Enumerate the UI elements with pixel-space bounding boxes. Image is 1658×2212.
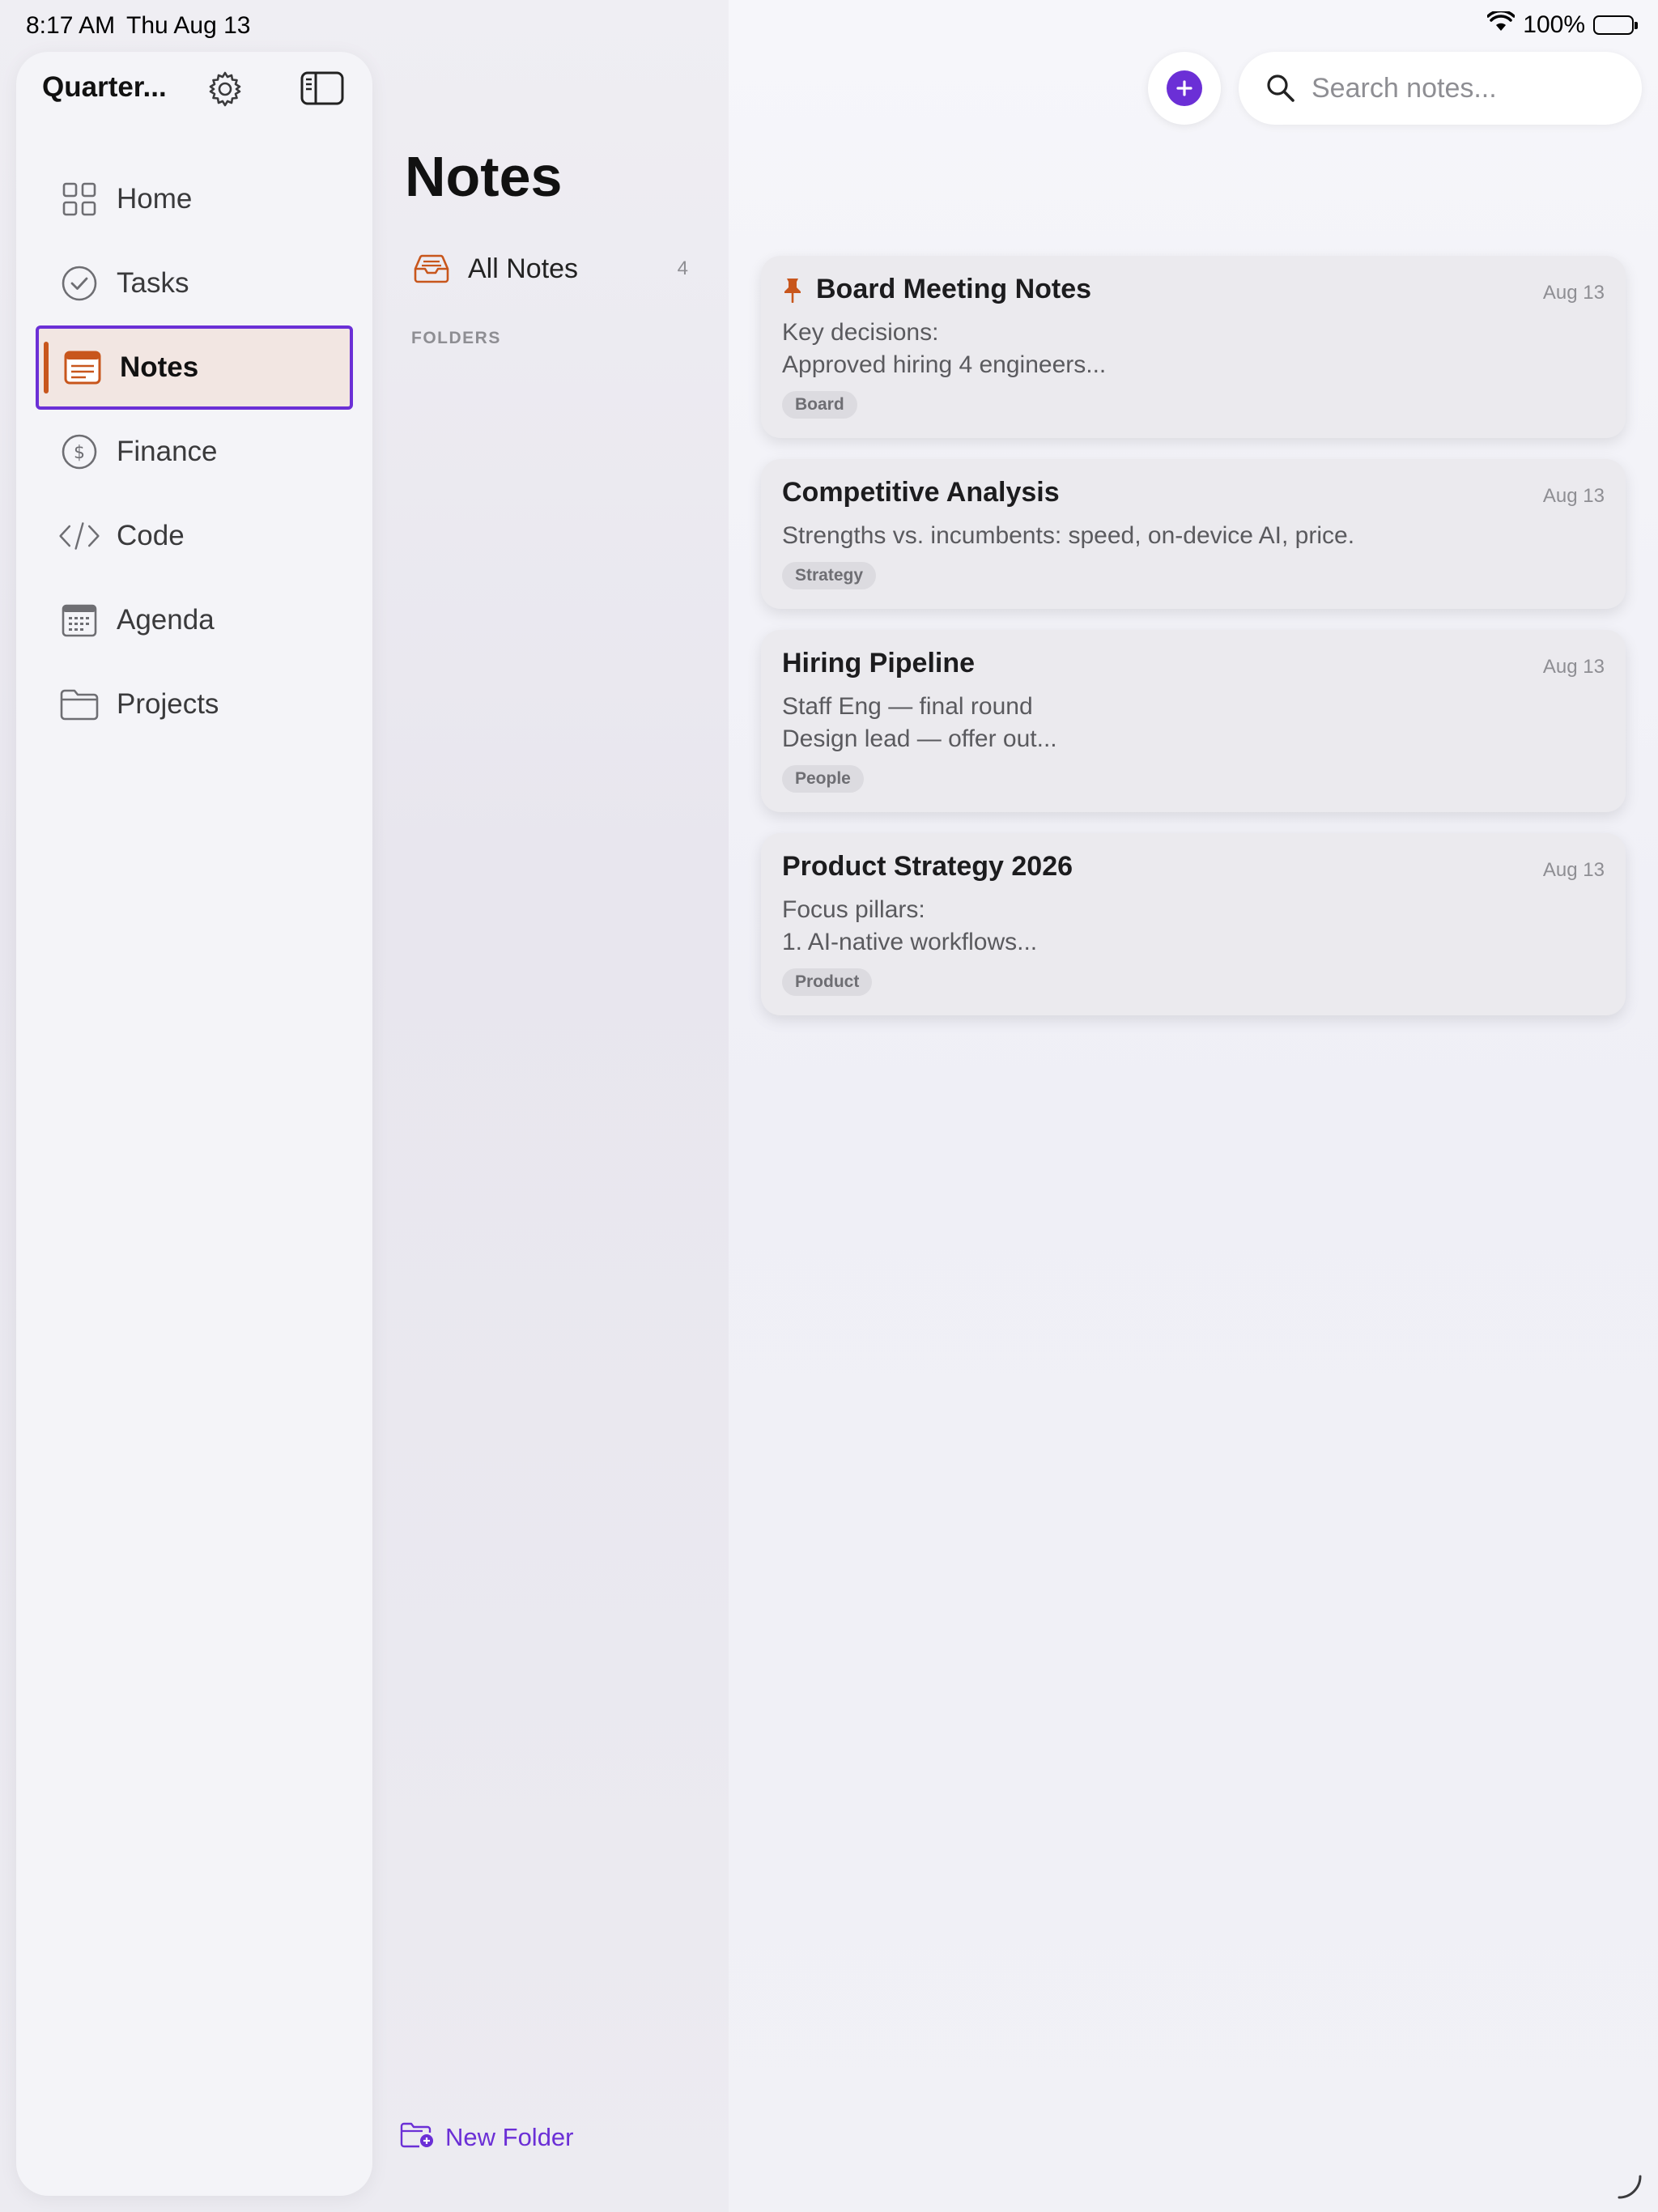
checkmark-circle-icon (58, 262, 100, 304)
note-card-board-meeting[interactable]: Board Meeting Notes Aug 13 Key decisions… (761, 256, 1626, 438)
note-preview-line: Staff Eng — final round (782, 693, 1033, 720)
note-tag: Product (782, 968, 873, 996)
add-note-button[interactable] (1148, 52, 1221, 125)
dollar-circle-icon: $ (58, 431, 100, 473)
note-preview: Strengths vs. incumbents: speed, on-devi… (782, 520, 1605, 552)
note-title: Board Meeting Notes (816, 274, 1092, 304)
resize-handle-icon[interactable] (1616, 2173, 1643, 2201)
sidebar-nav: Home Tasks Notes $ Finance Code Agenda P… (36, 157, 353, 747)
sidebar-item-agenda[interactable]: Agenda (36, 578, 353, 662)
note-date: Aug 13 (1542, 859, 1605, 881)
note-card-competitive-analysis[interactable]: Competitive Analysis Aug 13 Strengths vs… (761, 459, 1626, 609)
svg-text:$: $ (74, 443, 85, 463)
plus-icon (1167, 70, 1202, 106)
sidebar-item-label: Finance (117, 436, 218, 467)
note-preview: Focus pillars: 1. AI-native workflows... (782, 894, 1605, 959)
note-title-row: Competitive Analysis (782, 477, 1605, 508)
note-date: Aug 13 (1542, 656, 1605, 678)
sidebar-item-label: Projects (117, 688, 219, 720)
note-preview: Staff Eng — final round Design lead — of… (782, 691, 1605, 755)
workspace-title[interactable]: Quarter... (42, 71, 167, 104)
sidebar-item-code[interactable]: Code (36, 494, 353, 578)
note-preview-line: Design lead — offer out... (782, 725, 1057, 752)
sidebar-toggle-icon[interactable] (300, 70, 345, 107)
note-title-row: Board Meeting Notes (782, 274, 1605, 305)
note-preview-line: Approved hiring 4 engineers... (782, 351, 1107, 378)
sidebar-item-label: Tasks (117, 267, 189, 299)
battery-percent: 100% (1523, 11, 1585, 38)
battery-icon (1593, 15, 1638, 35)
note-tag: Strategy (782, 562, 877, 589)
all-notes-label: All Notes (468, 253, 579, 284)
note-tag: People (782, 765, 864, 793)
note-icon (62, 347, 104, 389)
note-preview-line: 1. AI-native workflows... (782, 929, 1038, 955)
note-title-row: Hiring Pipeline (782, 648, 1605, 679)
code-icon (58, 515, 100, 557)
search-bar[interactable] (1239, 52, 1642, 125)
tray-icon (413, 253, 450, 285)
note-title: Hiring Pipeline (782, 648, 976, 678)
sidebar-item-tasks[interactable]: Tasks (36, 241, 353, 325)
sidebar-item-projects[interactable]: Projects (36, 662, 353, 747)
sidebar-item-notes[interactable]: Notes (36, 325, 353, 410)
page-title: Notes (405, 145, 563, 208)
folder-icon (58, 683, 100, 725)
sidebar-item-label: Notes (120, 351, 199, 383)
note-date: Aug 13 (1542, 485, 1605, 507)
note-preview: Key decisions: Approved hiring 4 enginee… (782, 317, 1605, 381)
note-preview-line: Strengths vs. incumbents: speed, on-devi… (782, 522, 1355, 549)
all-notes-count: 4 (677, 257, 688, 279)
folders-header: FOLDERS (411, 329, 501, 347)
folder-plus-icon (400, 2121, 434, 2153)
calendar-icon (58, 599, 100, 641)
gear-icon[interactable] (204, 68, 246, 110)
new-folder-button[interactable]: New Folder (400, 2121, 574, 2153)
all-notes-item[interactable]: All Notes 4 (405, 243, 704, 295)
note-preview-line: Focus pillars: (782, 896, 925, 923)
sidebar-item-label: Agenda (117, 604, 215, 636)
note-preview-line: Key decisions: (782, 319, 939, 346)
sidebar-item-label: Code (117, 520, 185, 551)
sidebar-item-home[interactable]: Home (36, 157, 353, 241)
sidebar: Quarter... Home Tasks Notes $ Finance Co… (16, 52, 372, 2196)
status-time: 8:17 AM (26, 12, 116, 39)
grid-icon (58, 178, 100, 220)
new-folder-label: New Folder (445, 2122, 574, 2151)
notes-list: Board Meeting Notes Aug 13 Key decisions… (761, 256, 1626, 1036)
status-date: Thu Aug 13 (126, 12, 251, 39)
search-icon (1265, 72, 1297, 104)
note-title: Competitive Analysis (782, 477, 1060, 508)
note-card-product-strategy[interactable]: Product Strategy 2026 Aug 13 Focus pilla… (761, 833, 1626, 1015)
sidebar-item-label: Home (117, 183, 193, 215)
pin-icon (782, 277, 803, 303)
note-title-row: Product Strategy 2026 (782, 851, 1605, 883)
status-right: 100% (1486, 9, 1638, 39)
note-title: Product Strategy 2026 (782, 851, 1073, 882)
wifi-icon (1486, 9, 1516, 39)
note-card-hiring-pipeline[interactable]: Hiring Pipeline Aug 13 Staff Eng — final… (761, 630, 1626, 812)
status-bar: 8:17 AM Thu Aug 13 100% (0, 0, 1658, 52)
note-tag: Board (782, 391, 857, 419)
sidebar-item-finance[interactable]: $ Finance (36, 410, 353, 494)
note-date: Aug 13 (1542, 282, 1605, 304)
search-input[interactable] (1312, 72, 1619, 104)
